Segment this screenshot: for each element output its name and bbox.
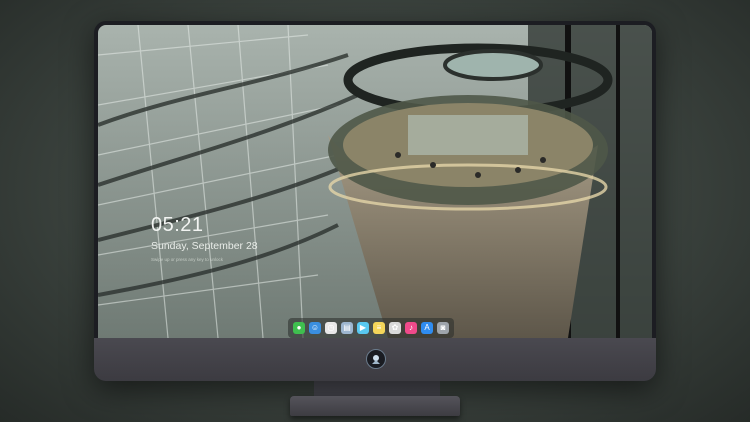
camera-icon[interactable]: ◙	[437, 322, 449, 334]
music-icon[interactable]: ♪	[405, 322, 417, 334]
brand-logo-icon	[366, 349, 386, 369]
monitor-stand-base	[290, 396, 460, 416]
video-icon[interactable]: ▶	[357, 322, 369, 334]
monitor: 05:21 Sunday, September 28 Swipe up or p…	[94, 21, 656, 381]
lock-time: 05:21	[151, 214, 204, 236]
files-icon[interactable]: ▤	[341, 322, 353, 334]
finder-icon[interactable]: ☺	[309, 322, 321, 334]
wallpaper-image	[98, 25, 652, 338]
dock: ● ☺ ◷ ▤ ▶ ≡ ✿ ♪ A ◙	[288, 318, 454, 338]
lock-date: Sunday, September 28	[151, 240, 258, 252]
messages-icon[interactable]: ●	[293, 322, 305, 334]
appstore-icon[interactable]: A	[421, 322, 433, 334]
photos-icon[interactable]: ✿	[389, 322, 401, 334]
monitor-chin	[94, 338, 656, 381]
notes-icon[interactable]: ≡	[373, 322, 385, 334]
lock-screen[interactable]: 05:21 Sunday, September 28 Swipe up or p…	[98, 25, 652, 338]
lock-hint: Swipe up or press any key to unlock	[151, 257, 224, 262]
clock-icon[interactable]: ◷	[325, 322, 337, 334]
